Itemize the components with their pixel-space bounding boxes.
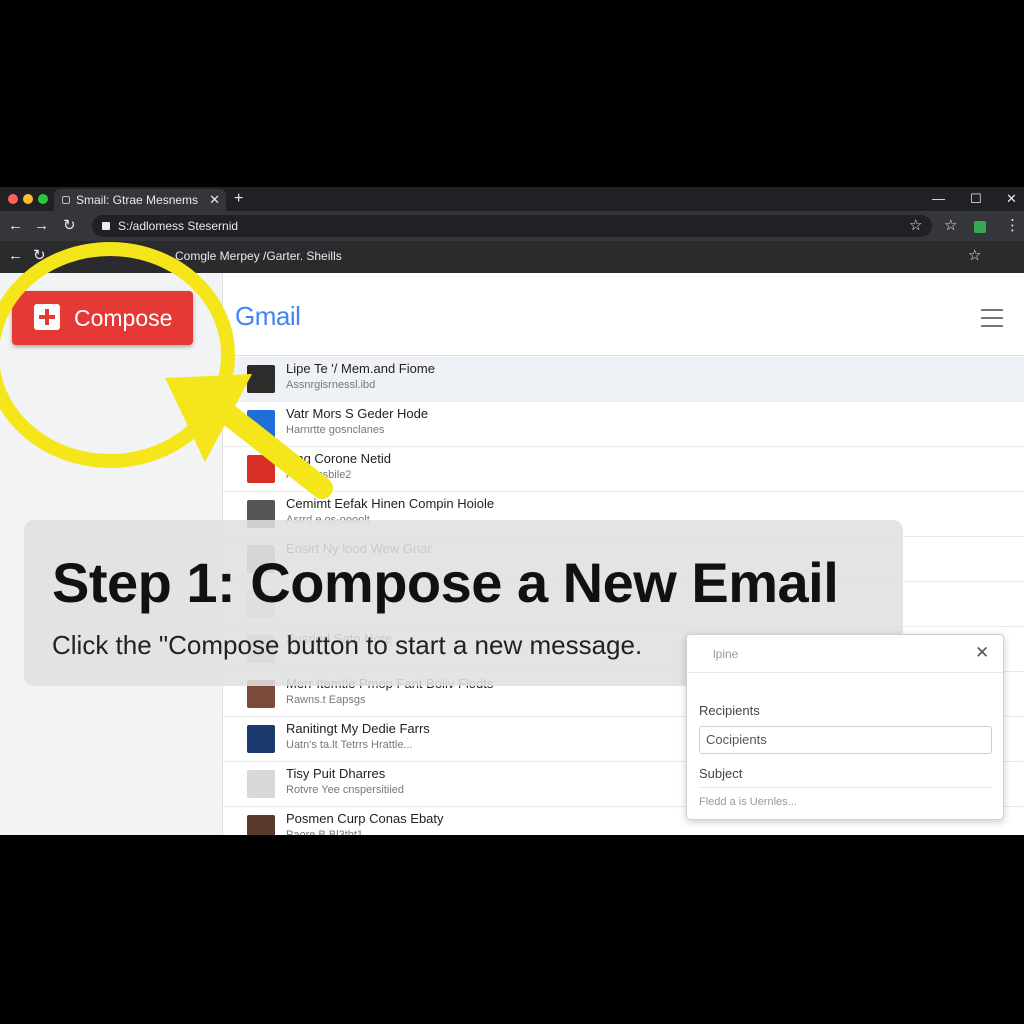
email-snippet: Harnrtte gosnclanes — [286, 424, 385, 436]
browser-tab[interactable]: Smail: Gtrae Mesnems ✕ — [54, 189, 226, 211]
sender-avatar — [247, 410, 275, 438]
forward-icon[interactable]: → — [34, 216, 49, 236]
email-snippet: Assnrgisrnessl.ibd — [286, 379, 376, 391]
divider — [223, 355, 1024, 356]
compose-button[interactable]: Compose — [12, 291, 193, 345]
bookmark-star-icon[interactable]: ☆ — [909, 216, 922, 236]
email-snippet: Rotvre Yee cnspersitiied — [286, 784, 405, 796]
reload-icon[interactable]: ↻ — [33, 246, 46, 266]
email-row[interactable]: Lipe Te '/ Mem.and Fiome Assnrgisrnessl.i… — [223, 357, 1024, 402]
close-window-dot[interactable] — [8, 194, 18, 204]
tab-favicon-icon — [62, 196, 70, 204]
new-tab-button[interactable]: + — [234, 189, 243, 209]
email-snippet: Aor. lessbile2 — [286, 469, 352, 481]
url-text: S:/adlomess Stesernid — [118, 219, 239, 233]
subject-label: Subject — [699, 766, 743, 781]
secondary-toolbar: ← ↻ Comgle Merpey /Garter. Sheills ☆ — [0, 241, 1024, 273]
minimize-window-dot[interactable] — [23, 194, 33, 204]
close-icon[interactable]: ✕ — [975, 643, 989, 663]
email-subject: Cemimt Eefak Hinen Compin Hoiole — [286, 496, 495, 511]
extension-icon[interactable] — [974, 221, 986, 233]
email-subject: Tisy Puit Dharres — [286, 766, 386, 781]
minimize-icon[interactable]: — — [932, 189, 945, 209]
sender-avatar — [247, 455, 275, 483]
message-body-field[interactable]: Fledd a is Uernles... — [699, 796, 797, 808]
recipients-field[interactable]: Cocipients — [699, 726, 992, 754]
url-bar[interactable]: S:/adlomess Stesernid — [92, 215, 932, 237]
lock-icon — [102, 222, 110, 230]
tab-bar: Smail: Gtrae Mesnems ✕ + — ☐ ✕ — [0, 187, 1024, 211]
bookmark-star-icon[interactable]: ☆ — [968, 246, 981, 266]
email-subject: Vatr Mors S Geder Hode — [286, 406, 429, 421]
hamburger-menu-icon[interactable] — [981, 309, 1003, 327]
email-row[interactable]: Ting Corone Netid Aor. lessbile2 — [223, 447, 1024, 492]
sender-avatar — [247, 770, 275, 798]
maximize-icon[interactable]: ☐ — [970, 189, 982, 209]
tutorial-subtitle: Click the "Compose button to start a new… — [52, 630, 643, 660]
plus-icon — [34, 304, 60, 330]
recipients-label: Recipients — [699, 703, 760, 718]
email-snippet: Paore B Bl3tht1 — [286, 829, 364, 835]
sender-avatar — [247, 725, 275, 753]
address-toolbar: ← → ↻ S:/adlomess Stesernid ☆ ☆ ⋮ — [0, 211, 1024, 241]
sender-avatar — [247, 365, 275, 393]
back-icon[interactable]: ← — [8, 216, 23, 236]
tab-title: Smail: Gtrae Mesnems — [76, 193, 199, 207]
secondary-bar-text: Comgle Merpey /Garter. Sheills — [175, 249, 342, 263]
email-row[interactable]: Vatr Mors S Geder Hode Harnrtte gosnclane… — [223, 402, 1024, 447]
compose-window-title: lpine — [713, 647, 739, 661]
compose-window: lpine ✕ Recipients Cocipients Subject Fl… — [686, 634, 1004, 820]
close-icon[interactable]: ✕ — [1006, 189, 1017, 209]
email-subject: Ranitingt My Dedie Farrs — [286, 721, 430, 736]
email-subject: Lipe Te '/ Mem.and Fiome — [286, 361, 435, 376]
zoom-window-dot[interactable] — [38, 194, 48, 204]
email-subject: Posmen Curp Conas Ebaty — [286, 811, 444, 826]
gmail-logo: Gmail — [235, 301, 301, 331]
email-subject: Ting Corone Netid — [286, 451, 392, 466]
email-snippet: Uatn's ta.lt Tetrrs Hrattle... — [286, 739, 413, 751]
tutorial-title: Step 1: Compose a New Email — [52, 551, 839, 614]
back-icon[interactable]: ← — [8, 246, 23, 266]
email-snippet: Rawns.t Eapsgs — [286, 694, 366, 706]
compose-window-header: lpine ✕ — [687, 635, 1003, 673]
tab-close-icon[interactable]: ✕ — [209, 189, 220, 211]
reload-icon[interactable]: ↻ — [63, 216, 76, 236]
sender-avatar — [247, 815, 275, 835]
divider — [699, 787, 992, 788]
bookmark-star-icon[interactable]: ☆ — [944, 216, 957, 236]
compose-label: Compose — [74, 305, 173, 331]
menu-icon[interactable]: ⋮ — [1005, 216, 1020, 236]
